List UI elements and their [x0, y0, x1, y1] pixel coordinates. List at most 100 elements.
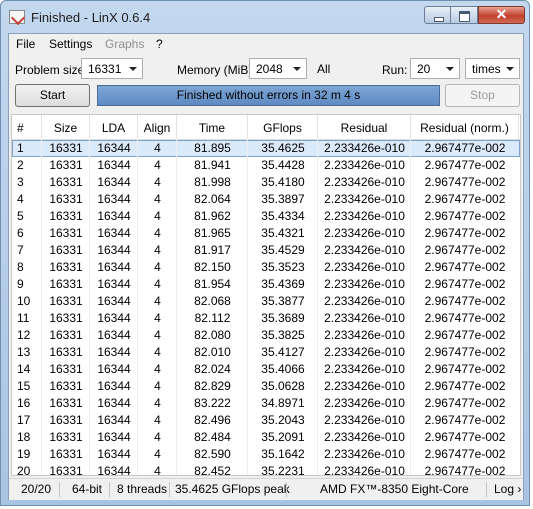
- table-cell: 16331: [49, 260, 83, 274]
- table-cell: 16331: [49, 158, 83, 172]
- table-cell: 82.024: [194, 362, 231, 376]
- table-cell: 16331: [49, 294, 83, 308]
- table-cell: 35.4180: [261, 175, 305, 189]
- table-cell: 35.3523: [261, 260, 305, 274]
- table-cell: 2.233426e-010: [324, 362, 405, 376]
- status-bar: 20/20 64-bit 8 threads 35.4625 GFlops pe…: [9, 478, 523, 500]
- table-cell: 2.233426e-010: [324, 413, 405, 427]
- memory-all-option[interactable]: All: [317, 62, 330, 76]
- table-cell: 2.967477e-002: [424, 175, 506, 189]
- column-divider: [41, 139, 42, 475]
- status-separator: [486, 482, 487, 497]
- table-cell: 16344: [97, 243, 131, 257]
- table-cell: 2.967477e-002: [424, 328, 506, 342]
- problem-size-combo[interactable]: 16331: [81, 58, 143, 79]
- table-cell: 16331: [49, 379, 83, 393]
- start-button[interactable]: Start: [15, 84, 90, 107]
- table-cell: 16344: [97, 362, 131, 376]
- table-cell: 2.967477e-002: [424, 260, 506, 274]
- table-cell: 2.967477e-002: [424, 396, 506, 410]
- table-cell: 16344: [97, 311, 131, 325]
- stop-button[interactable]: Stop: [445, 84, 520, 107]
- results-table[interactable]: # Size LDA Align Time GFlops Residual Residual …: [11, 114, 521, 476]
- status-separator: [59, 482, 60, 497]
- table-cell: 35.4321: [261, 226, 305, 240]
- table-cell: 81.998: [194, 175, 231, 189]
- table-cell: 2.233426e-010: [324, 260, 405, 274]
- table-cell: 82.068: [194, 294, 231, 308]
- column-header[interactable]: GFlops: [248, 115, 318, 139]
- table-cell: 2.233426e-010: [324, 464, 405, 476]
- chevron-down-icon: [506, 67, 514, 71]
- column-header[interactable]: LDA: [90, 115, 138, 139]
- menu-graphs[interactable]: Graphs: [105, 37, 144, 51]
- maximize-button[interactable]: [451, 6, 478, 24]
- table-cell: 4: [154, 379, 161, 393]
- menu-file[interactable]: File: [16, 37, 35, 51]
- log-button[interactable]: Log ›: [494, 479, 521, 500]
- column-header[interactable]: Residual: [318, 115, 411, 139]
- column-header[interactable]: Time: [177, 115, 248, 139]
- table-cell: 4: [154, 141, 161, 155]
- table-cell: 2.967477e-002: [424, 447, 506, 461]
- table-cell: 16331: [49, 328, 83, 342]
- table-cell: 2.967477e-002: [424, 226, 506, 240]
- table-cell: 82.064: [194, 192, 231, 206]
- table-cell: 82.080: [194, 328, 231, 342]
- column-header[interactable]: Align: [138, 115, 177, 139]
- table-cell: 2.233426e-010: [324, 209, 405, 223]
- table-cell: 2.967477e-002: [424, 243, 506, 257]
- run-count-combo[interactable]: 20: [410, 58, 460, 79]
- table-cell: 2.967477e-002: [424, 413, 506, 427]
- table-cell: 16344: [97, 464, 131, 476]
- title-bar[interactable]: Finished - LinX 0.6.4 ✕: [1, 1, 531, 33]
- table-cell: 16344: [97, 175, 131, 189]
- memory-value: 2048: [256, 62, 283, 76]
- column-divider: [176, 139, 177, 475]
- table-cell: 2.967477e-002: [424, 277, 506, 291]
- table-cell: 35.3825: [261, 328, 305, 342]
- status-peak: 35.4625 GFlops peak: [175, 482, 290, 496]
- table-cell: 16344: [97, 226, 131, 240]
- problem-size-label: Problem size:: [15, 63, 88, 77]
- table-cell: 82.452: [194, 464, 231, 476]
- table-cell: 35.3897: [261, 192, 305, 206]
- table-cell: 2.967477e-002: [424, 311, 506, 325]
- memory-combo[interactable]: 2048: [249, 58, 307, 79]
- run-unit-combo[interactable]: times: [465, 58, 520, 79]
- table-cell: 16344: [97, 430, 131, 444]
- app-window: Finished - LinX 0.6.4 ✕ File Settings Gr…: [0, 0, 530, 506]
- table-cell: 81.965: [194, 226, 231, 240]
- table-cell: 16344: [97, 294, 131, 308]
- table-cell: 16344: [97, 345, 131, 359]
- table-cell: 82.590: [194, 447, 231, 461]
- column-divider: [410, 139, 411, 475]
- table-cell: 81.954: [194, 277, 231, 291]
- table-cell: 81.962: [194, 209, 231, 223]
- status-separator: [286, 482, 287, 497]
- menu-help[interactable]: ?: [156, 37, 163, 51]
- table-cell: 2.233426e-010: [324, 158, 405, 172]
- run-label: Run:: [382, 63, 408, 77]
- table-cell: 4: [154, 328, 161, 342]
- table-cell: 81.895: [194, 141, 231, 155]
- table-cell: 4: [154, 175, 161, 189]
- column-header[interactable]: #: [12, 115, 42, 139]
- table-cell: 4: [154, 447, 161, 461]
- minimize-button[interactable]: [424, 6, 451, 24]
- table-cell: 16331: [49, 413, 83, 427]
- problem-size-value: 16331: [88, 62, 122, 76]
- column-header[interactable]: Residual (norm.): [411, 115, 519, 139]
- table-cell: 2.233426e-010: [324, 226, 405, 240]
- table-cell: 81.941: [194, 158, 231, 172]
- menu-settings[interactable]: Settings: [49, 37, 92, 51]
- column-divider: [137, 139, 138, 475]
- table-cell: 4: [154, 396, 161, 410]
- table-cell: 16331: [49, 447, 83, 461]
- table-cell: 2.233426e-010: [324, 328, 405, 342]
- close-button[interactable]: ✕: [478, 6, 525, 24]
- table-cell: 35.4334: [261, 209, 305, 223]
- column-header[interactable]: Size: [42, 115, 90, 139]
- table-cell: 16331: [49, 362, 83, 376]
- table-cell: 16344: [97, 260, 131, 274]
